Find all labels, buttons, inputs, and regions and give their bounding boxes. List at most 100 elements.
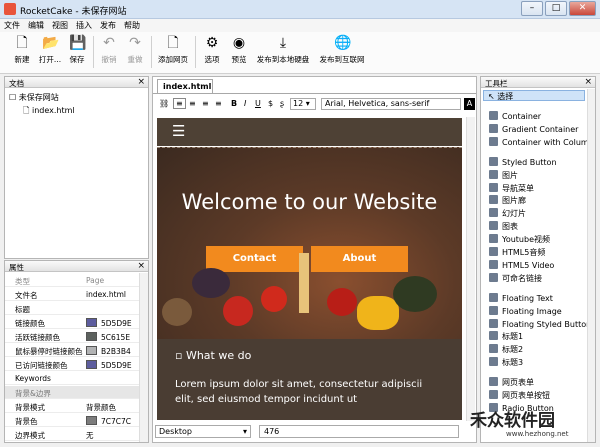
tool-icon bbox=[489, 169, 498, 179]
globe-icon: 🌐 bbox=[334, 35, 352, 51]
tree-root[interactable]: ☐ 未保存网站 bbox=[9, 92, 59, 103]
dollar-icon[interactable]: $ bbox=[268, 99, 273, 108]
property-row[interactable]: Keywords bbox=[5, 372, 139, 385]
tool-item[interactable]: 图片廊 bbox=[489, 195, 526, 206]
tool-icon bbox=[489, 195, 498, 205]
property-row[interactable]: 已访问链接颜色 5D5D9E bbox=[5, 358, 139, 371]
toolbox-scrollbar[interactable] bbox=[587, 89, 595, 442]
property-row[interactable]: 鼠标暴停时链接颜色 B2B3B4 bbox=[5, 344, 139, 357]
publish-disk-button[interactable]: ⤓ 发布到本地硬盘 bbox=[254, 35, 312, 65]
save-button[interactable]: 💾 保存 bbox=[66, 35, 88, 65]
maximize-button[interactable]: □ bbox=[545, 1, 567, 16]
tool-item[interactable]: 网页表单 bbox=[489, 377, 534, 388]
documents-panel: 文档 × ☐ 未保存网站 🗋 index.html bbox=[4, 76, 149, 259]
property-row: 类型 Page bbox=[5, 274, 140, 287]
undo-icon: ↶ bbox=[103, 35, 115, 51]
tool-item[interactable]: 图表 bbox=[489, 221, 518, 232]
justify-icon[interactable]: ≡ bbox=[215, 99, 222, 108]
align-right-icon[interactable]: ≡ bbox=[202, 99, 209, 108]
tool-item[interactable]: HTML5 Video bbox=[489, 259, 554, 270]
menu-view[interactable]: 视图 bbox=[48, 19, 72, 31]
tool-item[interactable]: Container bbox=[489, 111, 541, 121]
italic-icon[interactable]: I bbox=[244, 99, 246, 108]
about-button[interactable]: About bbox=[311, 246, 408, 272]
font-size-select[interactable]: 12 ▾ bbox=[290, 98, 316, 110]
redo-button[interactable]: ↷ 重做 bbox=[124, 35, 146, 65]
property-value: 5D5D9E bbox=[86, 318, 132, 328]
chevron-down-icon: ▾ bbox=[242, 427, 247, 436]
close-icon[interactable]: × bbox=[137, 77, 145, 87]
tool-select[interactable]: ↖ 选择 bbox=[483, 90, 585, 101]
property-key: 标题 bbox=[15, 305, 30, 314]
publish-web-button[interactable]: 🌐 发布到互联网 bbox=[316, 35, 368, 65]
align-left-icon[interactable]: ≡ bbox=[173, 98, 186, 109]
tool-item[interactable]: 网页表单按钮 bbox=[489, 390, 550, 401]
link-icon[interactable]: ⛓ bbox=[159, 99, 169, 108]
hamburger-menu-icon[interactable]: ☰ bbox=[172, 122, 185, 140]
tab-index-html[interactable]: index.html bbox=[157, 79, 213, 93]
tool-item[interactable]: Floating Styled Button bbox=[489, 318, 591, 329]
properties-scrollbar[interactable] bbox=[139, 273, 148, 442]
property-row[interactable]: 链接颜色 5D5D9E bbox=[5, 316, 139, 329]
tool-item[interactable]: Gradient Container bbox=[489, 123, 578, 134]
property-row[interactable]: 边界模式 无 bbox=[5, 428, 139, 441]
property-key: 鼠标暴停时链接颜色 bbox=[15, 347, 83, 356]
minimize-button[interactable]: – bbox=[521, 1, 543, 16]
contact-button[interactable]: Contact bbox=[206, 246, 303, 272]
device-select[interactable]: Desktop ▾ bbox=[155, 425, 251, 438]
tomato-image bbox=[223, 296, 253, 326]
add-page-icon: 🗋 bbox=[167, 35, 179, 51]
tool-item[interactable]: 图片 bbox=[489, 169, 518, 181]
tool-icon bbox=[489, 318, 498, 328]
property-row[interactable]: 背景色 7C7C7C bbox=[5, 414, 139, 427]
tomato-image bbox=[327, 288, 357, 316]
width-field[interactable]: 476 bbox=[259, 425, 459, 438]
documents-header: 文档 × bbox=[5, 77, 148, 88]
tool-item[interactable]: Youtube视频 bbox=[489, 234, 550, 245]
tool-item[interactable]: 标题3 bbox=[489, 357, 523, 368]
menu-edit[interactable]: 编辑 bbox=[24, 19, 48, 31]
hero-section: Welcome to our Website Contact About bbox=[157, 147, 462, 339]
new-button[interactable]: 🗋 新建 bbox=[10, 35, 34, 65]
property-row[interactable]: 背景模式 背景颜色 bbox=[5, 400, 139, 413]
close-icon[interactable]: × bbox=[137, 261, 145, 271]
open-button[interactable]: 📂 打开... bbox=[36, 35, 64, 65]
property-key: 链接颜色 bbox=[15, 319, 45, 328]
menu-help[interactable]: 帮助 bbox=[120, 19, 144, 31]
property-row[interactable]: 文件名 index.html bbox=[5, 288, 139, 301]
align-center-icon[interactable]: ≡ bbox=[189, 99, 196, 108]
undo-button[interactable]: ↶ 撤销 bbox=[98, 35, 120, 65]
watermark: 禾众软件园 www.hezhong.net bbox=[470, 406, 598, 446]
tool-icon bbox=[489, 390, 498, 399]
options-button[interactable]: ⚙ 选项 bbox=[200, 35, 224, 65]
add-page-button[interactable]: 🗋 添加网页 bbox=[155, 35, 191, 65]
tool-item[interactable]: Floating Image bbox=[489, 305, 562, 316]
close-icon[interactable]: × bbox=[584, 77, 592, 87]
editor-scrollbar[interactable] bbox=[466, 117, 475, 421]
main-toolbar: 🗋 新建 📂 打开... 💾 保存 ↶ 撤销 ↷ 重做 🗋 添加网页 ⚙ 选项 ◉ 预览 ⤓ 发布… bbox=[0, 32, 600, 74]
underline-icon[interactable]: U bbox=[255, 99, 261, 108]
property-value: 5D5D9E bbox=[86, 360, 132, 370]
text-color-button[interactable]: A bbox=[464, 98, 475, 110]
menu-publish[interactable]: 发布 bbox=[96, 19, 120, 31]
preview-button[interactable]: ◉ 预览 bbox=[228, 35, 250, 65]
menu-file[interactable]: 文件 bbox=[0, 19, 24, 31]
bold-icon[interactable]: B bbox=[231, 99, 237, 108]
tool-item[interactable]: 导航菜单 bbox=[489, 182, 534, 194]
close-button[interactable]: ✕ bbox=[569, 1, 596, 16]
app-icon bbox=[4, 3, 16, 15]
text-size-icon[interactable]: ʂ bbox=[280, 99, 284, 108]
tree-item-index[interactable]: 🗋 index.html bbox=[23, 105, 75, 119]
tool-item[interactable]: Floating Text bbox=[489, 292, 553, 303]
tool-item[interactable]: 可命名链接 bbox=[489, 272, 542, 284]
tool-item[interactable]: 标题2 bbox=[489, 344, 523, 355]
tool-item[interactable]: HTML5音频 bbox=[489, 247, 545, 258]
menu-insert[interactable]: 插入 bbox=[72, 19, 96, 31]
tool-item[interactable]: 幻灯片 bbox=[489, 208, 526, 219]
property-row[interactable]: 活跃链接颜色 5C615E bbox=[5, 330, 139, 343]
tool-item[interactable]: Styled Button bbox=[489, 156, 557, 167]
tool-item[interactable]: Container with Columns bbox=[489, 136, 595, 147]
property-row[interactable]: 标题 bbox=[5, 302, 139, 315]
tool-item[interactable]: 标题1 bbox=[489, 331, 523, 342]
font-family-select[interactable]: Arial, Helvetica, sans-serif bbox=[321, 98, 461, 110]
